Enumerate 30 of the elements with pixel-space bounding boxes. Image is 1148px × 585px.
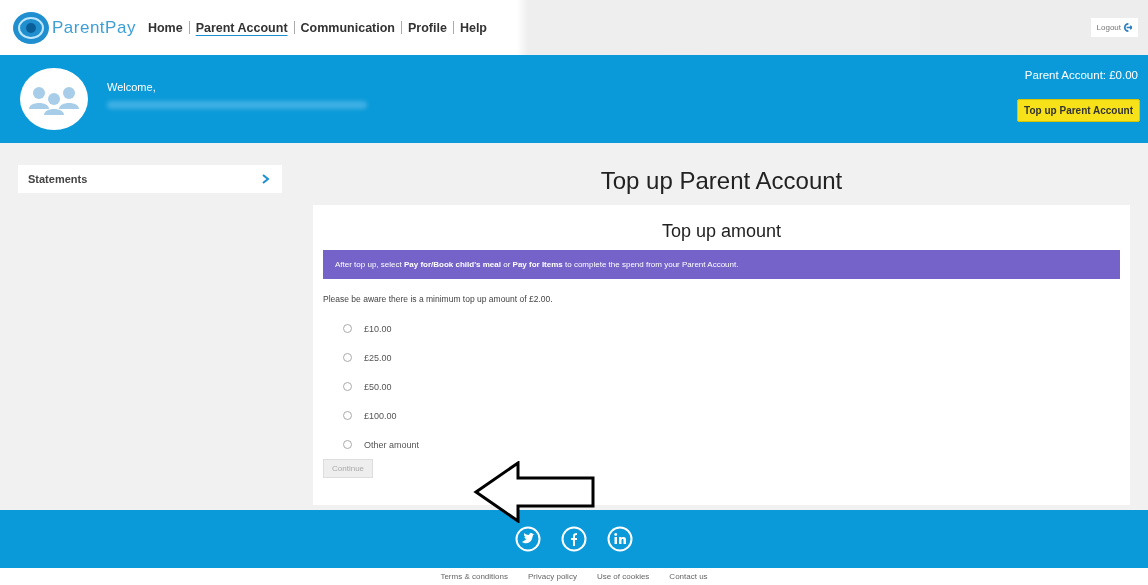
- radio-label[interactable]: £50.00: [364, 381, 392, 392]
- linkedin-icon[interactable]: [607, 526, 633, 552]
- footer-link[interactable]: Privacy policy: [528, 572, 577, 581]
- nav-link[interactable]: Communication: [294, 20, 401, 35]
- sidebar-item[interactable]: Statements: [18, 165, 282, 193]
- chevron-right-icon: [262, 174, 270, 184]
- logout-icon: [1123, 23, 1132, 32]
- facebook-icon[interactable]: [561, 526, 587, 552]
- card-title: Top up amount: [660, 221, 783, 242]
- radio-label[interactable]: £25.00: [364, 352, 392, 363]
- nav-link[interactable]: Parent Account: [189, 20, 294, 35]
- nav-link[interactable]: Profile: [402, 20, 453, 35]
- nav-link[interactable]: Help: [453, 20, 493, 35]
- minimum-note: Please be aware there is a minimum top up amount of £2.00.: [323, 294, 554, 304]
- footer-link[interactable]: Terms & conditions: [440, 572, 508, 581]
- footer-link[interactable]: Contact us: [669, 572, 708, 581]
- avatar-icon: [19, 67, 89, 131]
- welcome-text: Welcome,: [107, 81, 157, 93]
- logout-button[interactable]: Logout: [1090, 18, 1138, 37]
- radio-label[interactable]: £100.00: [364, 410, 397, 421]
- nav-link[interactable]: Home: [141, 20, 189, 35]
- info-banner: After top up, select Pay for/Book child's meal or Pay for Items to complete the spend from your Parent Account.: [323, 250, 1120, 279]
- account-balance: Parent Account: £0.00: [1024, 69, 1138, 81]
- top-up-button[interactable]: Top up Parent Account: [1017, 99, 1140, 122]
- radio-label[interactable]: Other amount: [364, 439, 420, 450]
- twitter-icon[interactable]: [515, 526, 541, 552]
- radio-label[interactable]: £10.00: [364, 323, 392, 334]
- footer-link[interactable]: Use of cookies: [596, 572, 650, 581]
- page-title: Top up Parent Account: [599, 167, 844, 195]
- logo-icon: [12, 10, 50, 45]
